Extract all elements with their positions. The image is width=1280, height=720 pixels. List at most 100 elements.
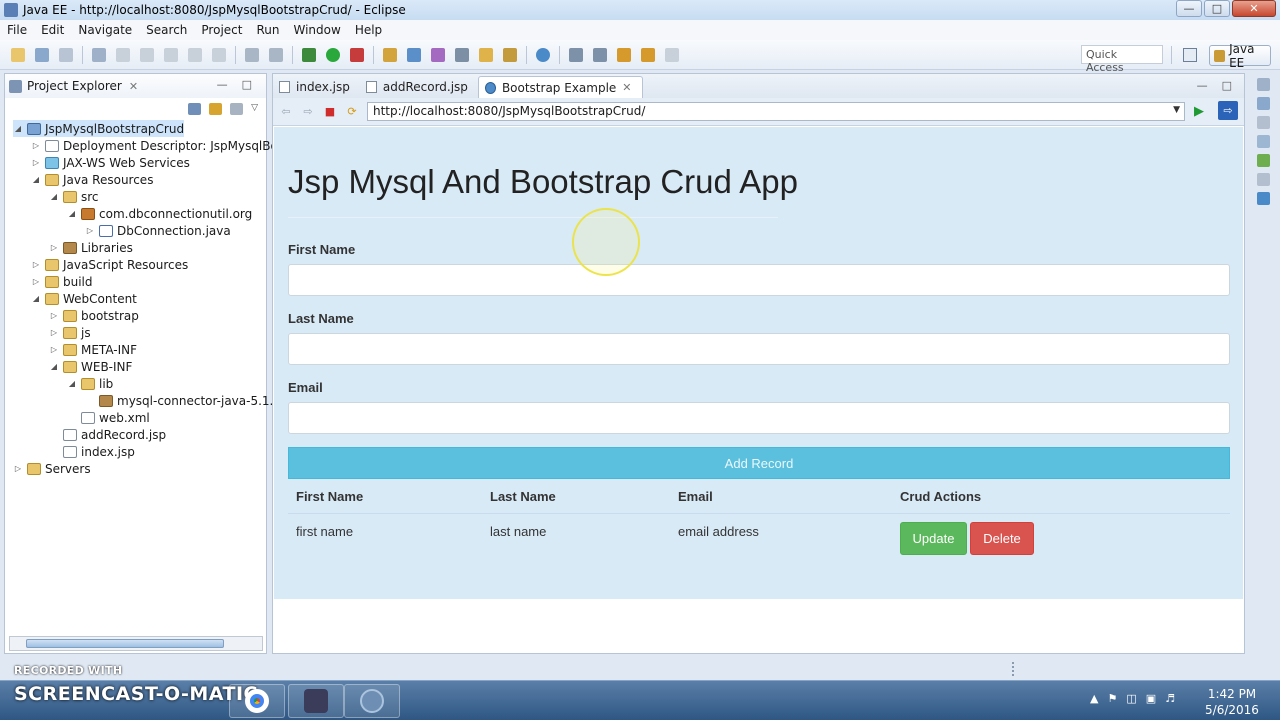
view-menu-icon[interactable]: ▽	[251, 103, 258, 115]
step-over-icon[interactable]	[212, 47, 226, 62]
menu-help[interactable]: Help	[348, 23, 389, 37]
add-record-button[interactable]: Add Record	[288, 447, 1230, 479]
tree-item-javascript-resources[interactable]: ▷ JavaScript Resources	[31, 256, 188, 273]
collapsed-icon[interactable]: ▷	[49, 328, 59, 337]
back-arrow-icon[interactable]: ⇦	[279, 105, 293, 119]
collapse-all-icon[interactable]	[188, 103, 202, 115]
menu-window[interactable]: Window	[286, 23, 347, 37]
tree-item-dbconnection[interactable]: ▷ DbConnection.java	[85, 222, 231, 239]
forward-icon[interactable]	[665, 47, 679, 62]
annotation-icon[interactable]	[569, 47, 583, 62]
collapsed-icon[interactable]: ▷	[31, 277, 41, 286]
toggle-icon[interactable]	[245, 47, 259, 62]
save-icon[interactable]	[35, 47, 49, 62]
data-source-icon[interactable]	[1256, 173, 1270, 186]
open-perspective-icon[interactable]	[1183, 48, 1197, 62]
close-button[interactable]: ✕	[1232, 0, 1276, 17]
open-type-icon[interactable]	[455, 47, 469, 62]
url-input[interactable]: http://localhost:8080/JspMysqlBootstrapC…	[367, 102, 1185, 121]
network-icon[interactable]: ▣	[1146, 692, 1156, 705]
restore-icon[interactable]	[1256, 78, 1270, 91]
taskbar-clock[interactable]: 1:42 PM 5/6/2016	[1200, 686, 1264, 718]
markers-icon[interactable]	[1256, 135, 1270, 148]
forward-arrow-icon[interactable]: ⇨	[301, 105, 315, 119]
new-class-icon[interactable]	[431, 47, 445, 62]
resume-icon[interactable]	[116, 47, 130, 62]
tree-item-js[interactable]: ▷ js	[49, 324, 91, 341]
menu-search[interactable]: Search	[139, 23, 194, 37]
scrollbar-thumb[interactable]	[26, 639, 224, 648]
quick-access-input[interactable]: Quick Access	[1081, 45, 1163, 74]
url-dropdown-icon[interactable]: ▼	[1173, 105, 1180, 115]
volume-icon[interactable]: ♬	[1165, 692, 1175, 705]
tree-item-bootstrap[interactable]: ▷ bootstrap	[49, 307, 139, 324]
external-tools-icon[interactable]	[350, 47, 364, 62]
go-icon[interactable]: ▶	[1194, 104, 1204, 119]
expanded-icon[interactable]: ◢	[67, 209, 77, 218]
run-icon[interactable]	[326, 47, 340, 62]
back-dropdown-icon[interactable]	[641, 47, 655, 62]
filters-icon[interactable]	[230, 103, 244, 115]
tree-item-web-inf[interactable]: ◢ WEB-INF	[49, 358, 133, 375]
new-java-package-icon[interactable]	[407, 47, 421, 62]
collapsed-icon[interactable]: ▷	[31, 141, 41, 150]
menu-navigate[interactable]: Navigate	[71, 23, 139, 37]
search-tool-icon[interactable]	[503, 47, 517, 62]
menu-edit[interactable]: Edit	[34, 23, 71, 37]
device-icon[interactable]: ◫	[1126, 692, 1136, 705]
tree-item-package[interactable]: ◢ com.dbconnectionutil.org	[67, 205, 252, 222]
tree-item-meta-inf[interactable]: ▷ META-INF	[49, 341, 137, 358]
collapsed-icon[interactable]: ▷	[49, 243, 59, 252]
open-external-browser-icon[interactable]: ⇨	[1218, 101, 1238, 120]
tree-item-web-xml[interactable]: web.xml	[67, 409, 150, 426]
expanded-icon[interactable]: ◢	[31, 294, 41, 303]
collapsed-icon[interactable]: ▷	[49, 311, 59, 320]
tree-item-index[interactable]: index.jsp	[49, 443, 135, 460]
action-center-icon[interactable]: ⚑	[1107, 692, 1117, 705]
format-icon[interactable]	[269, 47, 283, 62]
last-name-input[interactable]	[288, 333, 1230, 365]
tree-item-lib[interactable]: ◢ lib	[67, 375, 113, 392]
stop-icon[interactable]: ■	[323, 105, 337, 119]
skip-breakpoints-icon[interactable]	[92, 47, 106, 62]
close-tab-icon[interactable]: ✕	[622, 81, 631, 94]
open-folder-icon[interactable]	[479, 47, 493, 62]
new-icon[interactable]	[11, 47, 25, 62]
tree-item-build[interactable]: ▷ build	[31, 273, 93, 290]
eclipse-taskbar-button[interactable]	[288, 684, 344, 718]
horizontal-scrollbar[interactable]	[9, 636, 263, 651]
tree-item-addrecord[interactable]: addRecord.jsp	[49, 426, 166, 443]
minimize-panel-icon[interactable]: —	[217, 78, 228, 91]
terminate-icon[interactable]	[164, 47, 178, 62]
tree-item-jax-ws[interactable]: ▷ JAX-WS Web Services	[31, 154, 190, 171]
tree-item-src[interactable]: ◢ src	[49, 188, 99, 205]
tab-index-jsp[interactable]: index.jsp	[273, 76, 360, 98]
link-with-editor-icon[interactable]	[209, 103, 223, 115]
menu-run[interactable]: Run	[249, 23, 286, 37]
tab-addrecord-jsp[interactable]: addRecord.jsp	[360, 76, 478, 98]
expanded-icon[interactable]: ◢	[49, 362, 59, 371]
maximize-panel-icon[interactable]: □	[242, 78, 252, 91]
collapsed-icon[interactable]: ▷	[31, 158, 41, 167]
email-input[interactable]	[288, 402, 1230, 434]
show-hidden-icons-icon[interactable]: ▲	[1090, 692, 1098, 705]
tree-item-servers[interactable]: ▷ Servers	[13, 460, 91, 477]
update-button[interactable]: Update	[900, 522, 967, 555]
console-icon[interactable]	[1256, 192, 1270, 205]
collapsed-icon[interactable]: ▷	[13, 464, 23, 473]
globe-icon[interactable]	[536, 47, 550, 62]
expanded-icon[interactable]: ◢	[13, 124, 23, 133]
recorder-taskbar-button[interactable]	[344, 684, 400, 718]
tab-bootstrap-example[interactable]: Bootstrap Example ✕	[477, 76, 643, 98]
expanded-icon[interactable]: ◢	[49, 192, 59, 201]
minimize-editor-icon[interactable]: —	[1197, 79, 1208, 92]
menu-project[interactable]: Project	[194, 23, 249, 37]
outline-icon[interactable]	[1256, 97, 1270, 110]
menu-file[interactable]: File	[0, 23, 34, 37]
collapsed-icon[interactable]: ▷	[49, 345, 59, 354]
close-icon[interactable]: ✕	[129, 80, 138, 93]
tree-item-project[interactable]: ◢ JspMysqlBootstrapCrud	[13, 120, 185, 137]
servers-icon[interactable]	[1256, 154, 1270, 167]
tree-item-mysql-connector[interactable]: mysql-connector-java-5.1.37-	[85, 392, 293, 409]
chrome-taskbar-button[interactable]	[229, 684, 285, 718]
